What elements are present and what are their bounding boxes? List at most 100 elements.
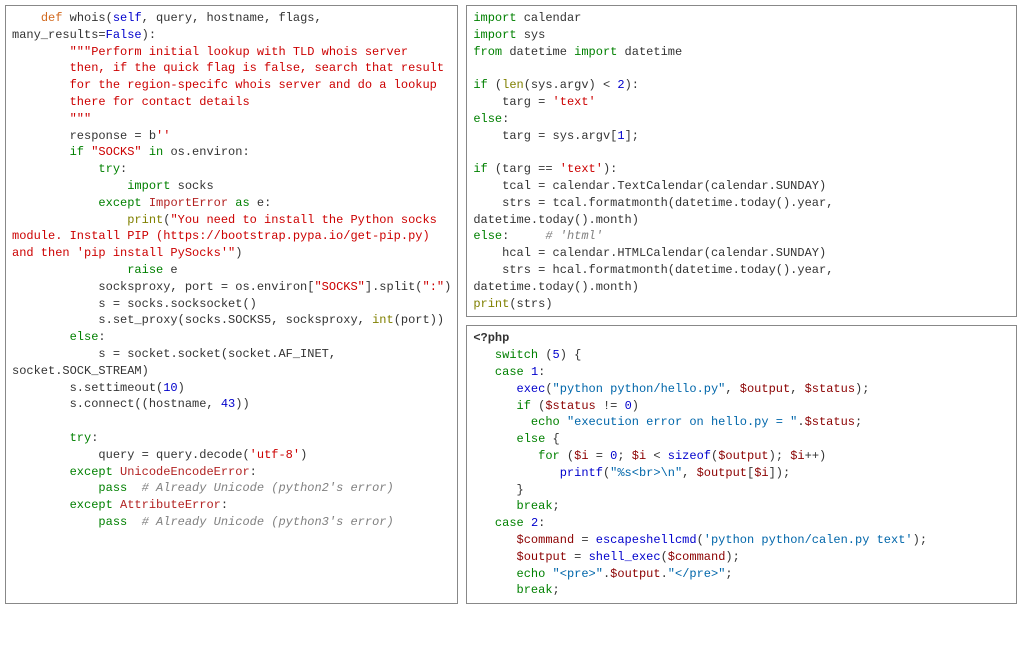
code-text: whois( — [62, 11, 112, 25]
code-text: (port)) — [394, 313, 444, 327]
variable: $status — [545, 399, 595, 413]
paren: ( — [661, 550, 668, 564]
var-name: query — [98, 448, 141, 462]
keyword-if: if — [473, 78, 487, 92]
docstring: for the region-specifc whois server and … — [70, 78, 437, 92]
paren: ( — [488, 78, 502, 92]
docstring — [12, 78, 70, 92]
docstring — [12, 112, 70, 126]
comment: # Already Unicode (python2's error) — [142, 481, 394, 495]
code-text: datetime.today().month) — [473, 280, 639, 294]
paren: ) — [632, 399, 639, 413]
keyword-import: import — [473, 28, 516, 42]
string: and then 'pip install PySocks'" — [12, 246, 235, 260]
keyword-raise: raise — [127, 263, 163, 277]
string: 'text' — [553, 95, 596, 109]
code-text: socks.socksocket() — [120, 297, 257, 311]
code-text: os.environ[ — [228, 280, 314, 294]
docstring: then, if the quick flag is false, search… — [70, 61, 444, 75]
keyword-except: except — [98, 196, 141, 210]
number: 2 — [617, 78, 624, 92]
space — [127, 481, 141, 495]
module-name: calendar — [517, 11, 582, 25]
string: 'text' — [560, 162, 603, 176]
brace: { — [545, 432, 559, 446]
op-eq: = — [113, 297, 120, 311]
code-text: (sys.argv) — [524, 78, 603, 92]
paren: ( — [531, 399, 545, 413]
func-shellexec: shell_exec — [589, 550, 661, 564]
string: 'python python/calen.py text' — [704, 533, 913, 547]
space — [524, 516, 531, 530]
semi: ; — [553, 499, 560, 513]
dot: . — [797, 415, 804, 429]
docstring: """Perform initial lookup with TLD whois… — [70, 45, 408, 59]
keyword-else: else — [70, 330, 99, 344]
keyword-pass: pass — [98, 481, 127, 495]
code-text: ); — [769, 449, 791, 463]
space — [142, 145, 149, 159]
number: 1 — [617, 129, 624, 143]
op-eq: = — [113, 347, 120, 361]
space — [560, 415, 567, 429]
op-eq: = — [142, 448, 149, 462]
right-column: import calendar import sys from datetime… — [466, 5, 1017, 604]
string: '' — [156, 129, 170, 143]
code-text: ); — [725, 550, 739, 564]
keyword-if: if — [473, 162, 487, 176]
op: != — [596, 399, 625, 413]
module-name: sys — [517, 28, 546, 42]
variable: $i — [790, 449, 804, 463]
builtin-int: int — [372, 313, 394, 327]
keyword-else: else — [473, 112, 502, 126]
colon: : — [538, 516, 545, 530]
keyword-pass: pass — [98, 515, 127, 529]
variable: $i — [574, 449, 588, 463]
code-text: e — [163, 263, 177, 277]
comma: , — [682, 466, 696, 480]
space — [113, 465, 120, 479]
keyword-else: else — [517, 432, 546, 446]
var-name: strs — [502, 196, 538, 210]
semi: ; — [617, 449, 631, 463]
builtin-print: print — [473, 297, 509, 311]
string: module. Install PIP (https://bootstrap.p… — [12, 229, 437, 243]
space — [545, 567, 552, 581]
code-text: ): — [625, 78, 639, 92]
space — [524, 365, 531, 379]
keyword-def: def — [41, 11, 63, 25]
colon: : — [120, 162, 127, 176]
code-text: query.decode( — [149, 448, 250, 462]
code-panel-top-right[interactable]: import calendar import sys from datetime… — [466, 5, 1017, 317]
keyword-from: from — [473, 45, 502, 59]
code-text: b — [142, 129, 156, 143]
code-text: (targ — [488, 162, 538, 176]
keyword-try: try — [98, 162, 120, 176]
builtin-print: print — [127, 213, 163, 227]
code-text: ); — [913, 533, 927, 547]
brace: } — [517, 483, 524, 497]
code-text: ].split( — [365, 280, 423, 294]
keyword-import: import — [574, 45, 617, 59]
var-name: socksproxy, port — [98, 280, 220, 294]
op: < — [646, 449, 668, 463]
func-printf: printf — [560, 466, 603, 480]
code-text: datetime.today().month) — [473, 213, 639, 227]
docstring: """ — [70, 112, 92, 126]
code-panels-container: def whois(self, query, hostname, flags, … — [5, 5, 1017, 604]
func-escapeshellcmd: escapeshellcmd — [596, 533, 697, 547]
op-eqeq: == — [538, 162, 552, 176]
code-panel-left[interactable]: def whois(self, query, hostname, flags, … — [5, 5, 458, 604]
code-text: calendar.TextCalendar(calendar.SUNDAY) — [545, 179, 826, 193]
code-text: sys.argv[ — [545, 129, 617, 143]
string: "SOCKS" — [91, 145, 141, 159]
paren: ) — [235, 246, 242, 260]
colon: : — [502, 112, 509, 126]
var-name: hcal — [502, 246, 538, 260]
code-panel-bottom-right[interactable]: <?php switch (5) { case 1: exec("python … — [466, 325, 1017, 604]
string: "You need to install the Python socks — [170, 213, 444, 227]
paren: ( — [545, 382, 552, 396]
module-name: socks — [170, 179, 213, 193]
paren: ) — [300, 448, 307, 462]
variable: $status — [805, 415, 855, 429]
